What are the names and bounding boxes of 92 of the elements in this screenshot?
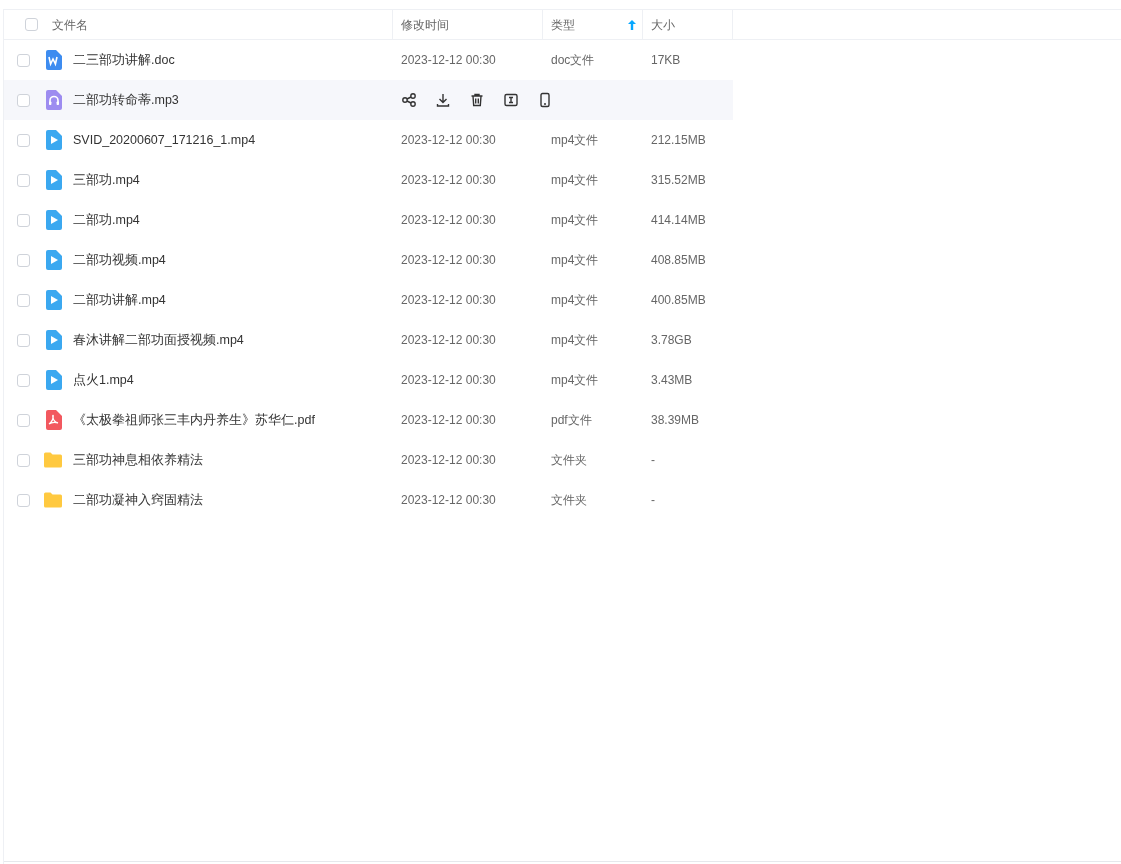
- file-type: mp4文件: [551, 292, 599, 309]
- file-row[interactable]: 二三部功讲解.doc 2023-12-12 00:30 doc文件 17KB: [4, 40, 733, 80]
- document-icon: [44, 50, 62, 70]
- checkbox[interactable]: [17, 93, 30, 107]
- trash-button[interactable]: [469, 92, 485, 108]
- file-type: 文件夹: [551, 492, 587, 509]
- file-row[interactable]: SVID_20200607_171216_1.mp4 2023-12-12 00:30 mp4文件 212.15MB: [4, 120, 733, 160]
- file-type: doc文件: [551, 52, 595, 69]
- file-type: pdf文件: [551, 412, 592, 429]
- file-size: 3.78GB: [651, 332, 692, 349]
- file-size: -: [651, 452, 655, 469]
- file-name[interactable]: 春沐讲解二部功面授视频.mp4: [73, 330, 244, 350]
- file-size: -: [651, 492, 655, 509]
- file-row[interactable]: 三部功.mp4 2023-12-12 00:30 mp4文件 315.52MB: [4, 160, 733, 200]
- file-name[interactable]: 二部功转命蒂.mp3: [73, 90, 179, 110]
- file-name[interactable]: 《太极拳祖师张三丰内丹养生》苏华仁.pdf: [73, 410, 315, 430]
- folder-icon: [44, 450, 62, 470]
- file-row[interactable]: 春沐讲解二部功面授视频.mp4 2023-12-12 00:30 mp4文件 3.78GB: [4, 320, 733, 360]
- modified-time: 2023-12-12 00:30: [401, 252, 496, 269]
- play-file-icon: [44, 330, 62, 350]
- file-name[interactable]: 点火1.mp4: [73, 370, 134, 390]
- modified-time: 2023-12-12 00:30: [401, 452, 496, 469]
- modified-time: 2023-12-12 00:30: [401, 212, 496, 229]
- headphones-icon: [44, 90, 62, 110]
- play-file-icon: [44, 370, 62, 390]
- file-size: 408.85MB: [651, 252, 706, 269]
- file-type: mp4文件: [551, 252, 599, 269]
- checkbox[interactable]: [17, 493, 30, 507]
- play-file-icon: [44, 290, 62, 310]
- column-header[interactable]: 文件名: [52, 10, 392, 39]
- checkbox[interactable]: [17, 453, 30, 467]
- file-size: 3.43MB: [651, 372, 693, 389]
- file-size: 212.15MB: [651, 132, 706, 149]
- file-row[interactable]: 点火1.mp4 2023-12-12 00:30 mp4文件 3.43MB: [4, 360, 733, 400]
- file-name[interactable]: 二部功视频.mp4: [73, 250, 166, 270]
- phone-button[interactable]: [537, 92, 553, 108]
- modified-time: 2023-12-12 00:30: [401, 332, 496, 349]
- share-button[interactable]: [401, 92, 417, 108]
- file-type: mp4文件: [551, 372, 599, 389]
- file-row[interactable]: 二部功转命蒂.mp3: [4, 80, 733, 120]
- rename-button[interactable]: [503, 92, 519, 108]
- column-header[interactable]: 修改时间: [393, 10, 543, 39]
- file-name[interactable]: 三部功神息相依养精法: [73, 450, 203, 470]
- file-size: 17KB: [651, 52, 681, 69]
- column-header[interactable]: 类型: [543, 10, 643, 39]
- pdf-file-icon: [44, 410, 62, 430]
- modified-time: 2023-12-12 00:30: [401, 372, 496, 389]
- modified-time: 2023-12-12 00:30: [401, 492, 496, 509]
- file-name[interactable]: 二部功凝神入窍固精法: [73, 490, 203, 510]
- modified-time: 2023-12-12 00:30: [401, 172, 496, 189]
- file-name[interactable]: SVID_20200607_171216_1.mp4: [73, 130, 256, 150]
- file-row[interactable]: 二部功视频.mp4 2023-12-12 00:30 mp4文件 408.85MB: [4, 240, 733, 280]
- file-row[interactable]: 三部功神息相依养精法 2023-12-12 00:30 文件夹 -: [4, 440, 733, 480]
- file-name[interactable]: 二部功.mp4: [73, 210, 140, 230]
- play-file-icon: [44, 250, 62, 270]
- modified-time: 2023-12-12 00:30: [401, 292, 496, 309]
- checkbox[interactable]: [17, 213, 30, 227]
- file-name[interactable]: 二三部功讲解.doc: [73, 50, 175, 70]
- file-type: mp4文件: [551, 132, 599, 149]
- play-file-icon: [44, 210, 62, 230]
- file-type: mp4文件: [551, 172, 599, 189]
- play-file-icon: [44, 130, 62, 150]
- modified-time: 2023-12-12 00:30: [401, 412, 496, 429]
- checkbox[interactable]: [17, 133, 30, 147]
- file-type: 文件夹: [551, 452, 587, 469]
- download-button[interactable]: [435, 92, 451, 108]
- file-row[interactable]: 二部功讲解.mp4 2023-12-12 00:30 mp4文件 400.85MB: [4, 280, 733, 320]
- file-row[interactable]: 二部功.mp4 2023-12-12 00:30 mp4文件 414.14MB: [4, 200, 733, 240]
- checkbox[interactable]: [17, 253, 30, 267]
- column-header[interactable]: 大小: [643, 10, 733, 39]
- file-size: 400.85MB: [651, 292, 706, 309]
- file-row[interactable]: 二部功凝神入窍固精法 2023-12-12 00:30 文件夹 -: [4, 480, 733, 520]
- checkbox[interactable]: [17, 333, 30, 347]
- file-size: 38.39MB: [651, 412, 700, 429]
- file-name[interactable]: 三部功.mp4: [73, 170, 140, 190]
- sort-arrow-icon[interactable]: [628, 19, 636, 30]
- checkbox[interactable]: [17, 413, 30, 427]
- modified-time: 2023-12-12 00:30: [401, 52, 496, 69]
- folder-icon: [44, 490, 62, 510]
- file-type: mp4文件: [551, 212, 599, 229]
- checkbox[interactable]: [17, 53, 30, 67]
- checkbox[interactable]: [17, 293, 30, 307]
- play-file-icon: [44, 170, 62, 190]
- modified-time: 2023-12-12 00:30: [401, 132, 496, 149]
- checkbox[interactable]: [25, 18, 38, 31]
- file-name[interactable]: 二部功讲解.mp4: [73, 290, 166, 310]
- file-size: 414.14MB: [651, 212, 706, 229]
- file-type: mp4文件: [551, 332, 599, 349]
- file-size: 315.52MB: [651, 172, 706, 189]
- checkbox[interactable]: [17, 373, 30, 387]
- file-row[interactable]: 《太极拳祖师张三丰内丹养生》苏华仁.pdf 2023-12-12 00:30 pdf文件 38.39MB: [4, 400, 733, 440]
- checkbox[interactable]: [17, 173, 30, 187]
